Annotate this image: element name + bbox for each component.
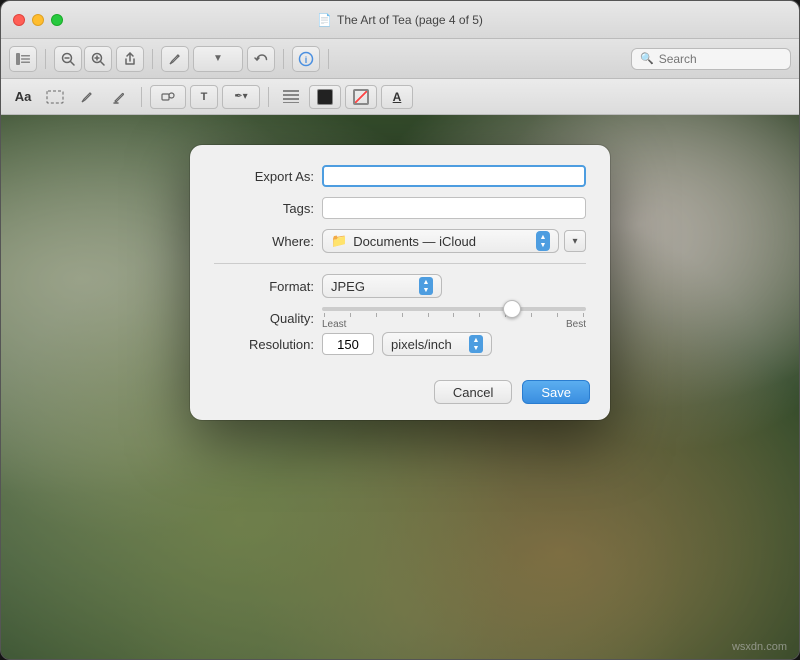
export-as-input[interactable] (322, 165, 586, 187)
svg-text:i: i (305, 55, 308, 65)
toolbar-group-zoom (54, 46, 112, 72)
document-content: wsxdn.com Export As: Tags: (1, 115, 799, 660)
quality-min-label: Least (322, 319, 346, 330)
toolbar: ▼ i 🔍 (1, 39, 799, 79)
save-button[interactable]: Save (522, 380, 590, 404)
zoom-in-button[interactable] (84, 46, 112, 72)
search-bar[interactable]: 🔍 (631, 48, 791, 70)
save-dialog: Export As: Tags: Where: 📁 Documents — iC (190, 145, 610, 420)
search-icon: 🔍 (640, 52, 654, 65)
search-input[interactable] (659, 52, 782, 66)
where-label: Where: (214, 234, 314, 249)
quality-slider-thumb[interactable] (503, 300, 521, 318)
resolution-label: Resolution: (214, 337, 314, 352)
format-bar: Aa T ✒▾ (1, 79, 799, 115)
color-fill-button[interactable] (309, 85, 341, 109)
quality-max-label: Best (566, 319, 586, 330)
toolbar-group-nav (9, 46, 37, 72)
quality-slider-track (322, 307, 586, 311)
toolbar-separator-3 (283, 49, 284, 69)
toolbar-separator (45, 49, 46, 69)
zoom-out-button[interactable] (54, 46, 82, 72)
format-stepper[interactable]: ▲ ▼ (419, 277, 433, 295)
selection-box-button[interactable] (41, 85, 69, 109)
shapes-dropdown[interactable] (150, 85, 186, 109)
font-button[interactable]: Aa (9, 85, 37, 109)
quality-slider-container: Least Best (322, 308, 586, 328)
window-title: The Art of Tea (page 4 of 5) (337, 13, 483, 27)
document-icon: 📄 (317, 13, 332, 27)
maximize-button[interactable] (51, 14, 63, 26)
dialog-body: Export As: Tags: Where: 📁 Documents — iC (190, 145, 610, 356)
pen-mode-dropdown[interactable]: ▼ (193, 46, 243, 72)
tags-input[interactable] (322, 197, 586, 219)
resolution-unit-dropdown[interactable]: pixels/inch ▲ ▼ (382, 332, 492, 356)
where-expand-button[interactable]: ▾ (564, 230, 586, 252)
formatbar-separator (141, 87, 142, 107)
quality-row: Quality: (214, 308, 586, 328)
where-stepper[interactable]: ▲ ▼ (536, 231, 550, 251)
pen-tool-button[interactable] (73, 85, 101, 109)
resolution-unit-value: pixels/inch (391, 337, 452, 352)
traffic-lights (13, 14, 63, 26)
cancel-button[interactable]: Cancel (434, 380, 512, 404)
share-button[interactable] (116, 46, 144, 72)
textbox-button[interactable]: T (190, 85, 218, 109)
format-row: Format: JPEG ▲ ▼ (214, 274, 586, 298)
format-label: Format: (214, 279, 314, 294)
tags-row: Tags: (214, 197, 586, 219)
undo-button[interactable] (247, 46, 275, 72)
resolution-input[interactable] (322, 333, 374, 355)
format-value: JPEG (331, 279, 365, 294)
resolution-stepper[interactable]: ▲ ▼ (469, 335, 483, 353)
export-as-row: Export As: (214, 165, 586, 187)
highlighter-button[interactable] (105, 85, 133, 109)
border-color-button[interactable] (345, 85, 377, 109)
quality-label: Quality: (214, 311, 314, 326)
align-button[interactable] (277, 85, 305, 109)
window-title-group: 📄 The Art of Tea (page 4 of 5) (317, 13, 483, 27)
sidebar-toggle-button[interactable] (9, 46, 37, 72)
export-as-label: Export As: (214, 169, 314, 184)
toolbar-separator-4 (328, 49, 329, 69)
dialog-buttons: Cancel Save (190, 366, 610, 420)
tags-label: Tags: (214, 201, 314, 216)
minimize-button[interactable] (32, 14, 44, 26)
formatbar-separator-2 (268, 87, 269, 107)
markup-button[interactable]: i (292, 46, 320, 72)
quality-labels: Least Best (322, 319, 586, 330)
where-row: Where: 📁 Documents — iCloud ▲ ▼ ▾ (214, 229, 586, 253)
where-dropdown[interactable]: 📁 Documents — iCloud ▲ ▼ (322, 229, 559, 253)
resolution-row: Resolution: pixels/inch ▲ ▼ (214, 332, 586, 356)
pen-button[interactable] (161, 46, 189, 72)
modal-overlay: Export As: Tags: Where: 📁 Documents — iC (1, 115, 799, 660)
signature-dropdown[interactable]: ✒▾ (222, 85, 260, 109)
text-color-button[interactable]: A (381, 85, 413, 109)
dialog-divider (214, 263, 586, 264)
where-value: Documents — iCloud (353, 234, 476, 249)
folder-icon: 📁 (331, 233, 347, 249)
format-dropdown[interactable]: JPEG ▲ ▼ (322, 274, 442, 298)
toolbar-separator-2 (152, 49, 153, 69)
titlebar: 📄 The Art of Tea (page 4 of 5) (1, 1, 799, 39)
main-window: 📄 The Art of Tea (page 4 of 5) (0, 0, 800, 660)
quality-ticks (322, 313, 586, 317)
close-button[interactable] (13, 14, 25, 26)
